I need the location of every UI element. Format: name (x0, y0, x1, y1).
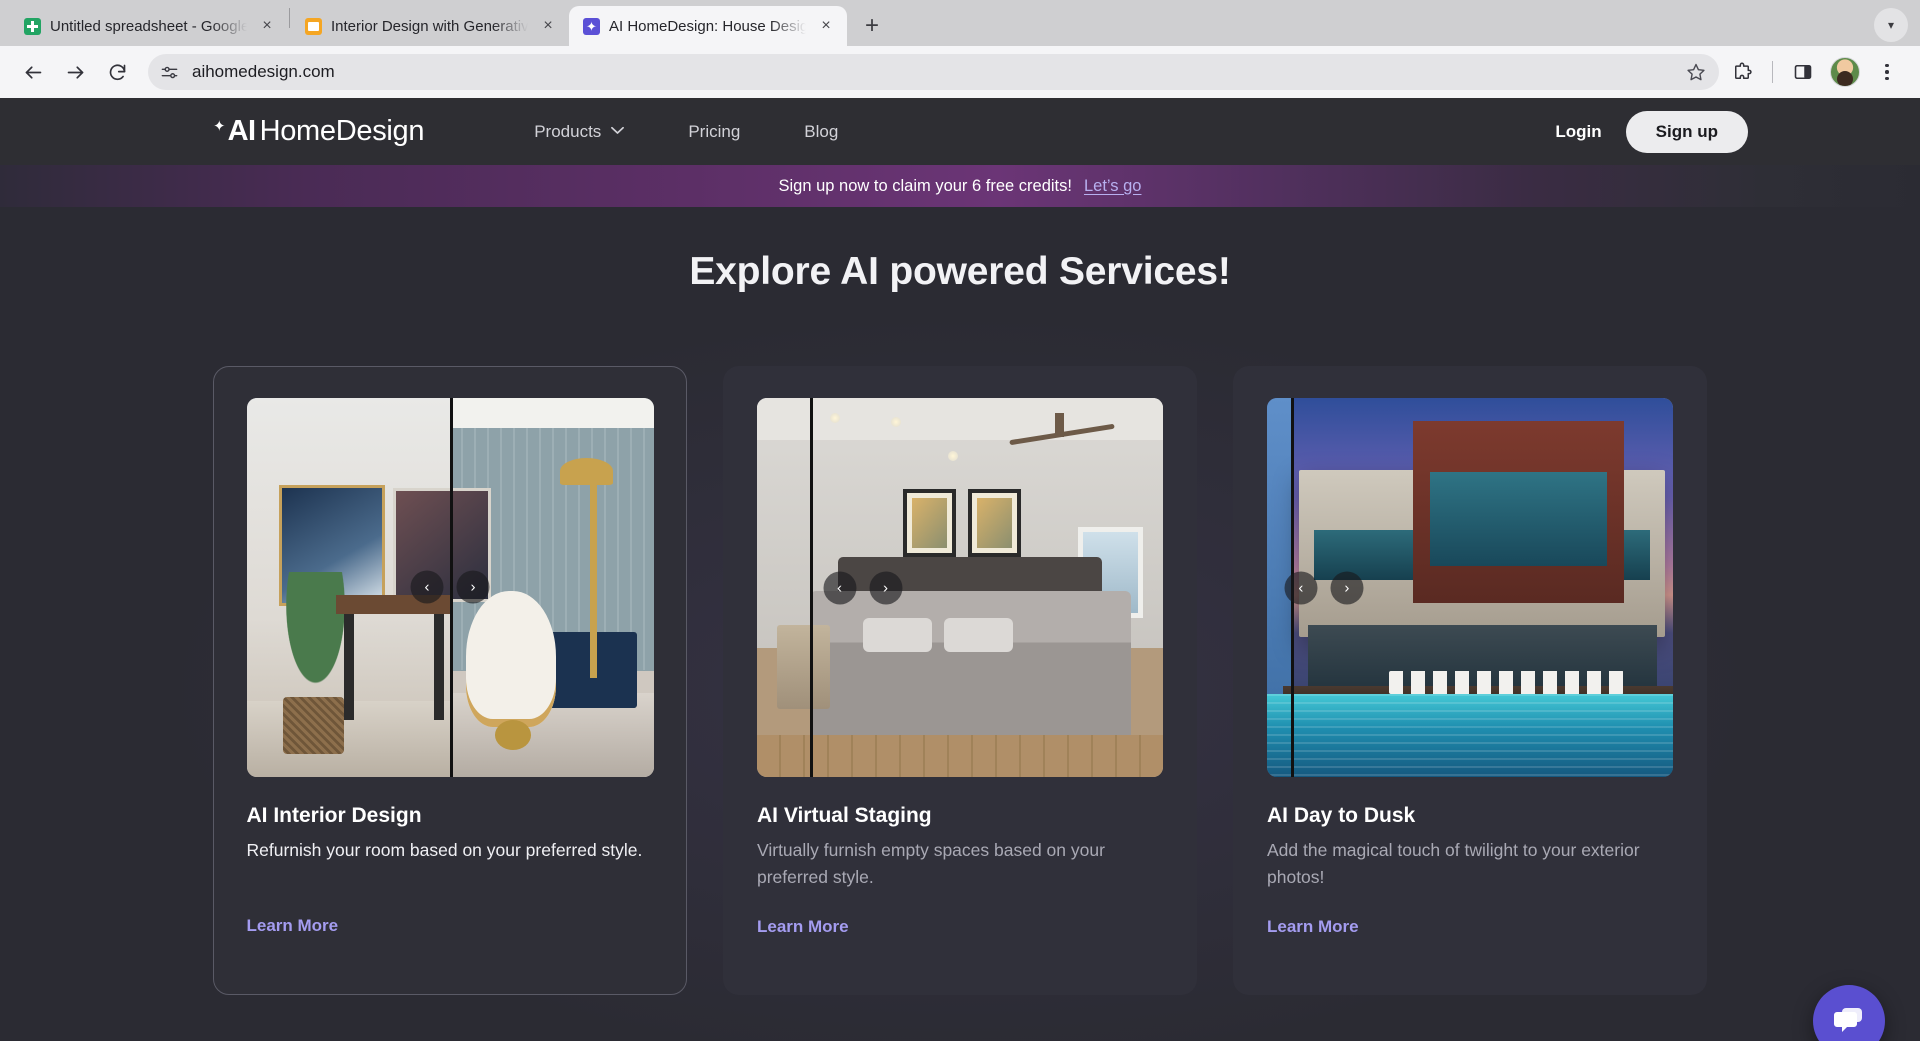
browser-window: Untitled spreadsheet - Google Sheets × I… (0, 0, 1920, 1041)
side-panel-icon[interactable] (1784, 53, 1822, 91)
orange-doc-icon (305, 18, 322, 35)
carousel-prev-button[interactable]: ‹ (1284, 571, 1317, 604)
star-icon[interactable] (1679, 55, 1713, 89)
nav-item-products[interactable]: Products (502, 112, 656, 152)
extensions-icon[interactable] (1723, 53, 1761, 91)
nav-label: Pricing (688, 122, 740, 142)
card-description: Refurnish your room based on your prefer… (247, 837, 647, 864)
three-dot-menu-icon[interactable] (1868, 53, 1906, 91)
artwork-bedroom (757, 398, 1163, 777)
reload-button[interactable] (98, 53, 136, 91)
promo-lets-go-link[interactable]: Let’s go (1084, 177, 1142, 196)
before-after-divider[interactable] (810, 398, 813, 777)
carousel-next-button[interactable]: › (869, 571, 902, 604)
service-cards: ‹ › AI Interior Design Refurnish your ro… (0, 366, 1920, 995)
back-button[interactable] (14, 53, 52, 91)
logo-homedesign-text: HomeDesign (260, 115, 425, 148)
close-icon[interactable]: × (256, 15, 278, 37)
browser-tab-1[interactable]: Untitled spreadsheet - Google Sheets × (10, 6, 288, 46)
card-image-bedroom: ‹ › (757, 398, 1163, 777)
chevron-down-icon[interactable]: ▾ (1874, 8, 1908, 42)
forward-button[interactable] (56, 53, 94, 91)
web-page: ✦ AI HomeDesign Products Pricing Blog (0, 98, 1920, 1041)
promo-text: Sign up now to claim your 6 free credits… (779, 177, 1072, 196)
carousel-prev-button[interactable]: ‹ (411, 571, 444, 604)
tab-divider (289, 8, 290, 28)
signup-button[interactable]: Sign up (1626, 111, 1748, 153)
main-nav: Products Pricing Blog (502, 112, 870, 152)
carousel-arrows: ‹ › (1284, 571, 1363, 604)
new-tab-button[interactable]: + (855, 9, 889, 43)
carousel-arrows: ‹ › (411, 571, 490, 604)
tab-title: Interior Design with Generative AI (331, 18, 528, 35)
chevron-down-icon (611, 126, 624, 138)
nav-label: Blog (804, 122, 838, 142)
header-actions: Login Sign up (1555, 111, 1920, 153)
nav-item-pricing[interactable]: Pricing (656, 112, 772, 152)
learn-more-link[interactable]: Learn More (1267, 917, 1359, 937)
carousel-arrows: ‹ › (823, 571, 902, 604)
nav-label: Products (534, 122, 601, 142)
card-description: Virtually furnish empty spaces based on … (757, 837, 1157, 890)
service-card-ai-interior-design[interactable]: ‹ › AI Interior Design Refurnish your ro… (213, 366, 687, 995)
close-icon[interactable]: × (815, 15, 837, 37)
card-description: Add the magical touch of twilight to you… (1267, 837, 1667, 890)
tune-icon[interactable] (154, 57, 184, 87)
card-title: AI Interior Design (247, 804, 654, 828)
site-header: ✦ AI HomeDesign Products Pricing Blog (0, 98, 1920, 165)
card-image-dusk-exterior: ‹ › (1267, 398, 1673, 777)
service-card-ai-virtual-staging[interactable]: ‹ › AI Virtual Staging Virtually furnish… (723, 366, 1197, 995)
sparkle-icon: ✦ (213, 117, 226, 135)
card-title: AI Virtual Staging (757, 804, 1163, 828)
carousel-next-button[interactable]: › (457, 571, 490, 604)
avatar[interactable] (1830, 57, 1860, 87)
learn-more-link[interactable]: Learn More (757, 917, 849, 937)
tab-title: AI HomeDesign: House Design (609, 18, 806, 35)
browser-tab-3-active[interactable]: AI HomeDesign: House Design × (569, 6, 847, 46)
card-image-interior-before-after: ‹ › (247, 398, 654, 777)
tab-title: Untitled spreadsheet - Google Sheets (50, 18, 247, 35)
toolbar-divider (1772, 61, 1773, 83)
page-title: Explore AI powered Services! (0, 250, 1920, 294)
login-button[interactable]: Login (1555, 122, 1601, 142)
browser-tab-2[interactable]: Interior Design with Generative AI × (291, 6, 569, 46)
promo-banner: Sign up now to claim your 6 free credits… (0, 165, 1920, 207)
carousel-prev-button[interactable]: ‹ (823, 571, 856, 604)
logo-ai-text: AI (228, 115, 256, 148)
learn-more-link[interactable]: Learn More (247, 916, 339, 936)
service-card-ai-day-to-dusk[interactable]: ‹ › AI Day to Dusk Add the magical touch… (1233, 366, 1707, 995)
card-title: AI Day to Dusk (1267, 804, 1673, 828)
page-body: Explore AI powered Services! (0, 207, 1920, 1041)
ai-homedesign-icon (583, 18, 600, 35)
browser-toolbar: aihomedesign.com (0, 46, 1920, 98)
chat-bubble-icon (1831, 1003, 1867, 1039)
nav-item-blog[interactable]: Blog (772, 112, 870, 152)
address-bar[interactable]: aihomedesign.com (148, 54, 1719, 90)
carousel-next-button[interactable]: › (1330, 571, 1363, 604)
url-text[interactable]: aihomedesign.com (192, 62, 1679, 82)
close-icon[interactable]: × (537, 15, 559, 37)
tab-strip: Untitled spreadsheet - Google Sheets × I… (0, 0, 1920, 46)
site-logo[interactable]: ✦ AI HomeDesign (213, 115, 424, 148)
sheets-icon (24, 18, 41, 35)
